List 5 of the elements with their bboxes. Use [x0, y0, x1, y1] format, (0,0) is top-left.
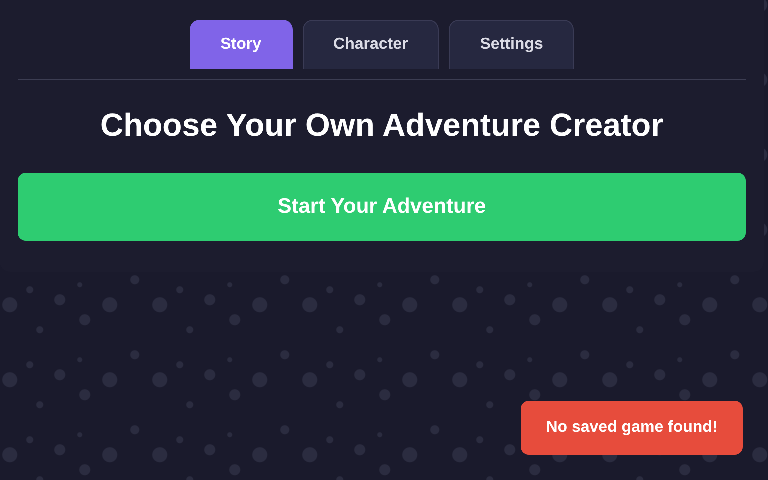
tab[interactable]: Character: [302, 20, 440, 69]
tab[interactable]: Settings: [449, 20, 574, 69]
error-toast: No saved game found!: [521, 401, 743, 455]
page-title: Choose Your Own Adventure Creator: [100, 106, 664, 144]
tab[interactable]: Story: [190, 20, 293, 69]
